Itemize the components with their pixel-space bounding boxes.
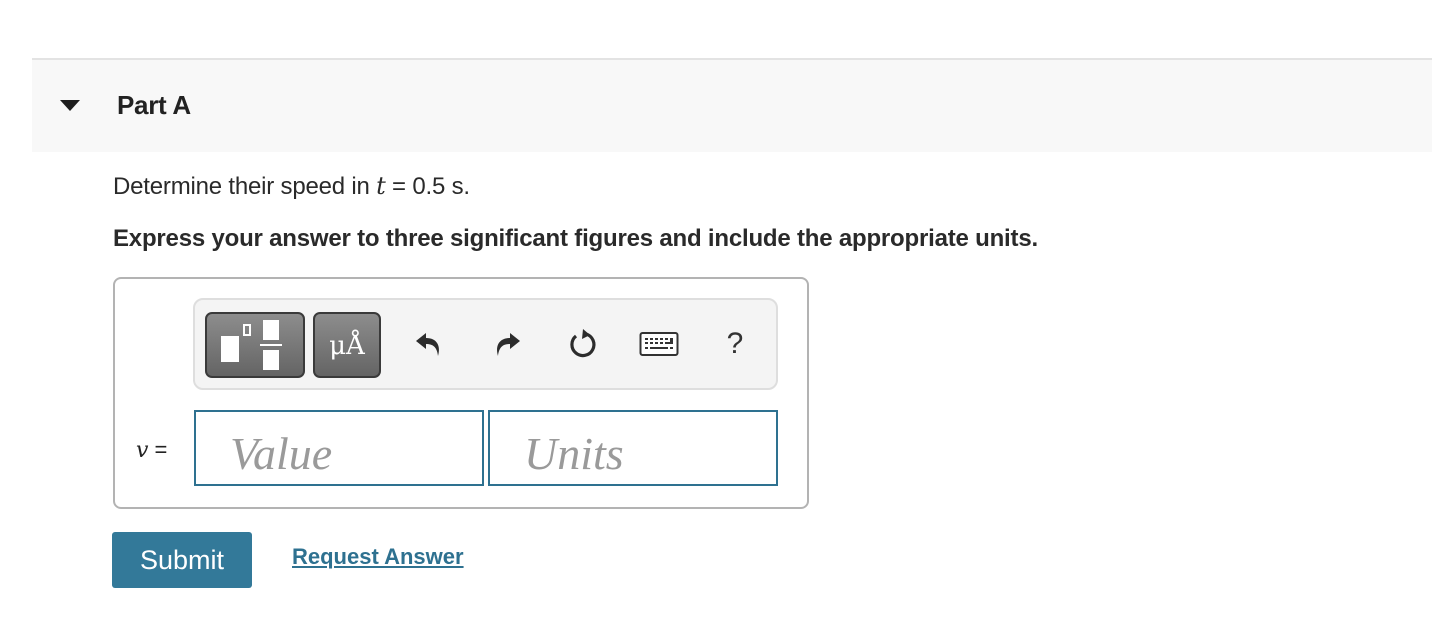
value-input[interactable] — [194, 410, 484, 486]
templates-icon-numerator — [263, 320, 279, 340]
answer-variable: v — [136, 438, 149, 463]
answer-equals: = — [148, 437, 168, 462]
units-button[interactable]: μÅ — [313, 312, 381, 378]
templates-icon-fraction-bar — [260, 344, 282, 346]
answer-variable-label: v = — [136, 437, 167, 463]
math-toolbar: μÅ ? — [193, 298, 778, 390]
help-button[interactable]: ? — [715, 324, 755, 364]
keyboard-icon — [639, 332, 679, 356]
redo-button[interactable] — [487, 324, 527, 364]
keyboard-button[interactable] — [639, 324, 679, 364]
templates-icon — [221, 336, 239, 362]
undo-icon — [416, 333, 439, 356]
templates-button[interactable] — [205, 312, 305, 378]
units-icon: μÅ — [329, 331, 365, 361]
part-header[interactable] — [32, 60, 1432, 152]
redo-icon — [497, 333, 520, 356]
reset-button[interactable] — [563, 324, 603, 364]
answer-instruction: Express your answer to three significant… — [113, 225, 1038, 252]
question-variable: t — [376, 172, 386, 200]
undo-button[interactable] — [409, 324, 449, 364]
question-text: Determine their speed in t = 0.5 s. — [113, 172, 470, 201]
units-input[interactable] — [488, 410, 778, 486]
submit-button[interactable]: Submit — [112, 532, 252, 588]
help-icon: ? — [726, 327, 744, 360]
collapse-caret-icon[interactable] — [60, 100, 80, 111]
reset-icon — [570, 329, 596, 358]
question-prefix: Determine their speed in — [113, 173, 377, 200]
templates-icon-denominator — [263, 350, 279, 370]
part-title: Part A — [117, 90, 191, 120]
templates-icon-exponent — [243, 324, 251, 336]
request-answer-link[interactable]: Request Answer — [292, 544, 464, 570]
question-suffix: = 0.5 s. — [385, 173, 470, 200]
